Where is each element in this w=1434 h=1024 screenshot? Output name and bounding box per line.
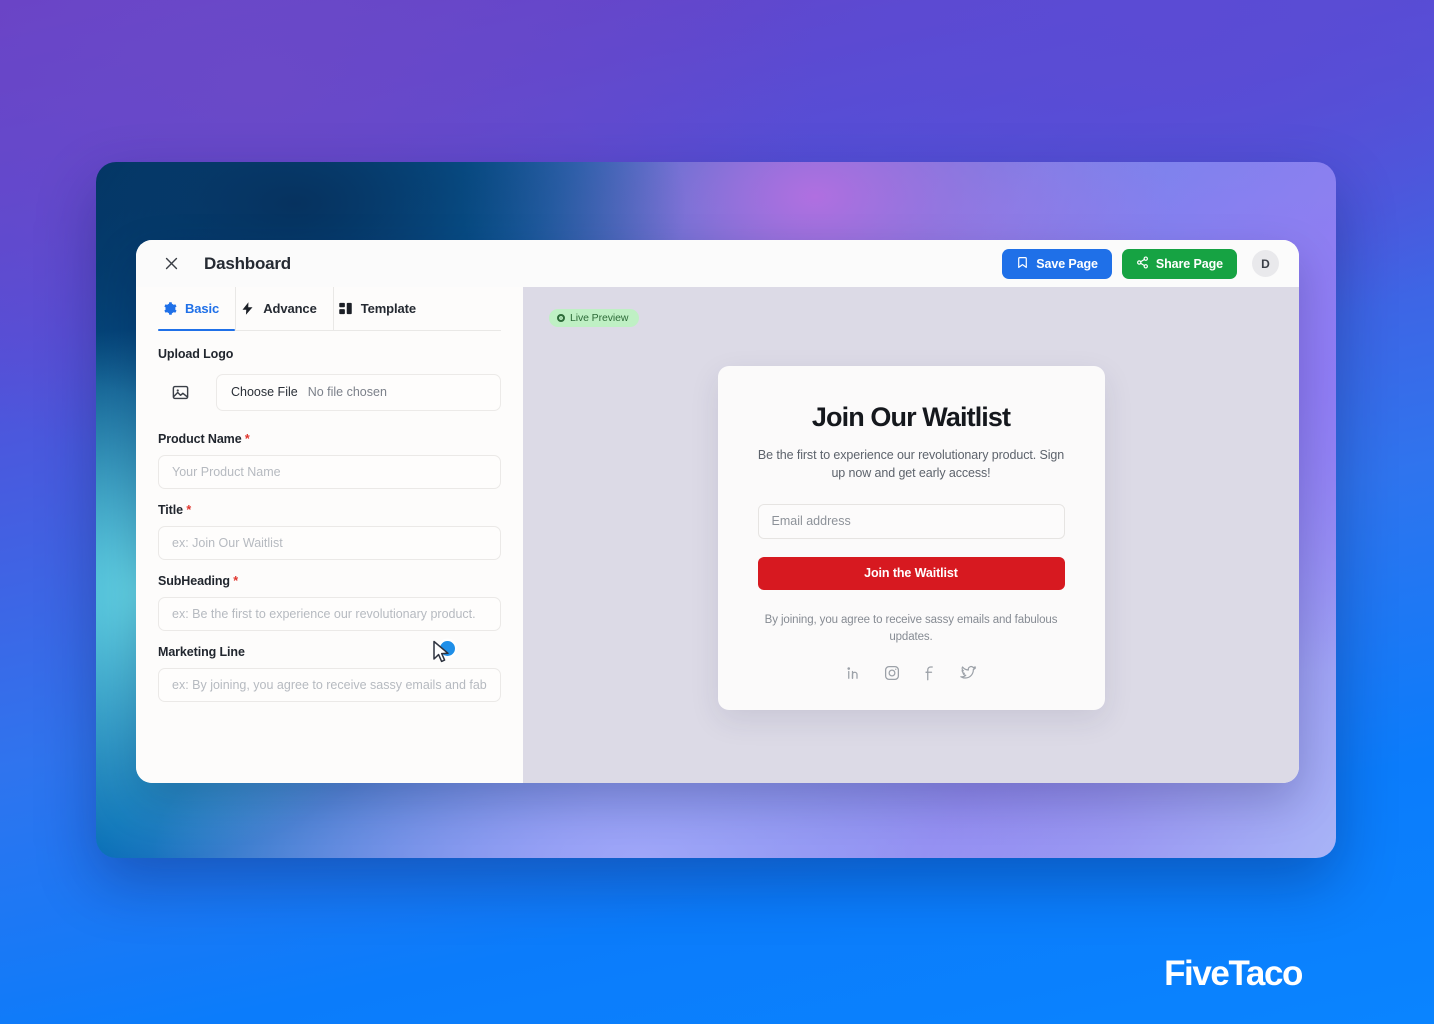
preview-panel: Live Preview Join Our Waitlist Be the fi… [523,287,1299,783]
no-file-chosen-label: No file chosen [307,385,387,399]
title-label: Title * [158,503,501,517]
topbar-actions: Save Page Share Page D [1002,248,1279,279]
choose-file-label: Choose File [231,385,298,399]
subheading-label: SubHeading * [158,574,501,588]
device-mockup-frame: Dashboard Save Page Share Page D Basic A… [96,162,1336,858]
product-name-label-text: Product Name [158,432,242,446]
live-preview-label: Live Preview [570,312,629,324]
save-page-button[interactable]: Save Page [1002,248,1112,279]
waitlist-disclaimer: By joining, you agree to receive sassy e… [764,613,1058,644]
tab-basic[interactable]: Basic [158,287,237,331]
required-marker: * [186,503,192,517]
email-input[interactable] [757,503,1065,539]
title-input[interactable] [158,526,501,560]
share-page-button[interactable]: Share Page [1121,248,1237,279]
layout-grid-icon [338,301,353,316]
gear-icon [162,301,177,316]
instagram-icon[interactable] [883,664,901,682]
facebook-icon[interactable] [921,664,939,682]
avatar[interactable]: D [1252,250,1279,277]
upload-logo-row: Choose File No file chosen [158,370,501,414]
tab-advance-label: Advance [263,301,317,316]
tab-template-label: Template [360,301,417,316]
tab-basic-label: Basic [185,301,220,316]
promo-background: Dashboard Save Page Share Page D Basic A… [0,0,1434,1024]
record-dot-icon [557,314,565,322]
share-nodes-icon [1136,255,1149,272]
tab-advance[interactable]: Advance [236,287,334,330]
bookmark-icon [1016,256,1029,272]
join-waitlist-button[interactable]: Join the Waitlist [757,556,1065,590]
social-links-row [758,664,1065,682]
twitter-icon[interactable] [959,664,977,682]
editor-panel: Basic Advance Template Upload Logo Choos… [136,287,523,783]
marketing-line-label-text: Marketing Line [158,645,245,659]
subheading-label-text: SubHeading [158,574,230,588]
linkedin-icon[interactable] [845,664,863,682]
lightning-bolt-icon [240,301,255,316]
brand-wordmark: FiveTaco [1164,954,1303,993]
upload-logo-label: Upload Logo [158,347,234,361]
app-body: Basic Advance Template Upload Logo Choos… [136,287,1299,783]
avatar-initial: D [1261,256,1270,271]
image-placeholder-icon [158,370,202,414]
share-page-label: Share Page [1155,256,1223,271]
product-name-label: Product Name * [158,432,501,446]
app-window: Dashboard Save Page Share Page D Basic A… [136,240,1299,783]
save-page-label: Save Page [1036,256,1098,271]
marketing-line-input[interactable] [158,668,501,702]
required-marker: * [244,432,250,446]
waitlist-heading: Join Our Waitlist [811,401,1011,432]
title-label-text: Title [158,503,183,517]
editor-tabs: Basic Advance Template [158,287,501,331]
waitlist-preview-card: Join Our Waitlist Be the first to experi… [717,365,1105,711]
subheading-input[interactable] [158,597,501,631]
choose-file-input[interactable]: Choose File No file chosen [216,373,501,411]
close-icon[interactable] [160,253,182,275]
waitlist-subheading: Be the first to experience our revolutio… [757,447,1065,480]
app-topbar: Dashboard Save Page Share Page D [136,240,1299,287]
marketing-line-label: Marketing Line [158,645,501,659]
live-preview-badge: Live Preview [549,309,640,327]
product-name-input[interactable] [158,455,501,489]
tab-template[interactable]: Template [334,287,432,330]
required-marker: * [233,574,239,588]
page-title: Dashboard [204,253,291,273]
